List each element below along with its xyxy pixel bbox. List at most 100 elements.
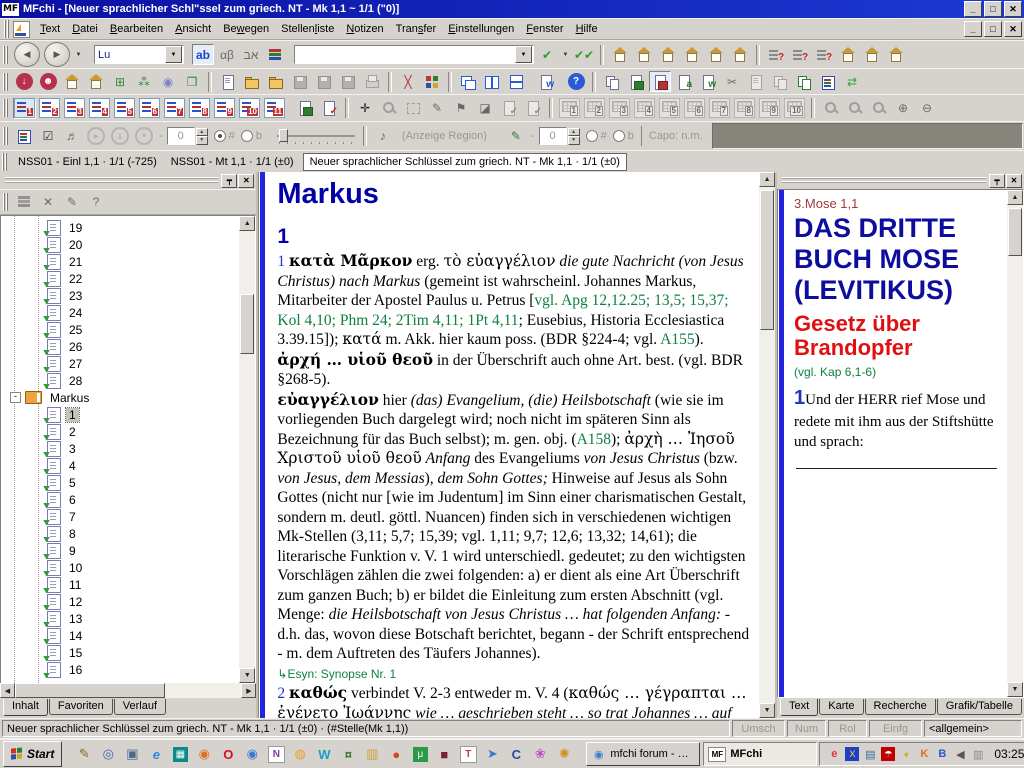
copy-reference-button[interactable] [793,71,815,92]
tree-scroll-down-button[interactable]: ▼ [239,668,255,683]
commentary-vscrollbar[interactable]: ▲ ▼ [759,172,775,718]
tree-item-19[interactable]: 19 [1,219,239,236]
tree-item-24[interactable]: 24 [1,304,239,321]
close-panel-button[interactable]: ✕ [1006,174,1022,188]
menu-notizen[interactable]: Notizen [340,21,389,37]
remote-desktop-shortcut[interactable]: ▣ [120,743,144,765]
layout-11-button[interactable]: 11 [263,98,286,119]
bluetooth-tray-icon[interactable]: B [934,746,950,762]
tree-item-8[interactable]: 8 [1,525,239,542]
tree-vscrollbar[interactable]: ▲ ▼ [239,216,255,683]
books-button[interactable] [264,44,286,65]
chrome-shortcut[interactable]: ◉ [240,743,264,765]
pin-button[interactable]: ┯ [221,174,237,188]
toolbar-grip[interactable] [3,99,8,117]
tab-text[interactable]: Text [780,699,818,716]
menu-transfer[interactable]: Transfer [390,21,443,37]
avira-tray-icon[interactable]: ☂ [880,746,896,762]
network-tray-icon[interactable]: ▤ [862,746,878,762]
tree-item-14[interactable]: 14 [1,627,239,644]
tree-item-markus[interactable]: -Markus [1,389,239,406]
task-mfchi[interactable]: MFMFchi [703,742,817,766]
parallel-vscrollbar[interactable]: ▲ ▼ [1007,190,1023,697]
home-window-5-button[interactable] [705,44,727,65]
commentary-scroll-up-button[interactable]: ▲ [759,172,775,187]
layout-3-button[interactable]: 3 [63,98,86,119]
tree-item-23[interactable]: 23 [1,287,239,304]
onenote-shortcut[interactable]: N [264,743,288,765]
translation-combo[interactable]: Lu▼ [94,45,184,64]
panel-grip[interactable] [782,177,986,184]
tab-recherche[interactable]: Recherche [865,699,936,715]
structure-button[interactable]: ⊞ [109,71,131,92]
transpose-spinner-up[interactable]: ▲ [196,128,208,137]
layout-4-button[interactable]: 4 [88,98,111,119]
layout-2-button[interactable]: 2 [38,98,61,119]
tree-item-4[interactable]: 4 [1,457,239,474]
tree-item-13[interactable]: 13 [1,610,239,627]
presenter-shortcut[interactable]: ■ [432,743,456,765]
layout-7-button[interactable]: 7 [163,98,186,119]
menu-text[interactable]: Text [34,21,66,37]
document-tab[interactable]: Neuer sprachlicher Schlüssel zum griech.… [303,153,627,171]
home-window-1-button[interactable] [609,44,631,65]
menu-ansicht[interactable]: Ansicht [169,21,217,37]
save-in-folder-button[interactable] [265,71,287,92]
toolbar-grip[interactable] [2,153,7,171]
tab-inhalt[interactable]: Inhalt [3,699,48,716]
ebay-tray-icon[interactable]: e [826,746,842,762]
tile-horizontal-button[interactable] [505,71,527,92]
tile-vertical-button[interactable] [481,71,503,92]
cascade-windows-button[interactable] [457,71,479,92]
layout-8-button[interactable]: 8 [188,98,211,119]
t-doc-shortcut[interactable]: T [456,743,480,765]
tree-item-21[interactable]: 21 [1,253,239,270]
translation-combo-arrow[interactable]: ▼ [165,46,182,63]
tree-item-25[interactable]: 25 [1,321,239,338]
tempo-slider[interactable] [277,128,355,144]
parallel-scroll-thumb[interactable] [1008,208,1022,256]
disc-button[interactable]: ◉ [157,71,179,92]
child-restore-button[interactable]: □ [984,21,1002,37]
transpose-input[interactable]: 0 [167,127,195,145]
toolbar-grip[interactable] [3,127,8,145]
tab-verlauf[interactable]: Verlauf [114,699,166,715]
exit-module-button[interactable]: ❒ [181,71,203,92]
home-window-8-button[interactable] [861,44,883,65]
home-window-9-button[interactable] [885,44,907,65]
tree-item-27[interactable]: 27 [1,355,239,372]
tree-scroll-thumb[interactable] [240,294,254,354]
menu-einstellungen[interactable]: Einstellungen [442,21,520,37]
panel-grip[interactable] [5,177,218,184]
flower-shortcut[interactable]: ❀ [528,743,552,765]
list-check-button[interactable] [318,98,340,119]
apply-button[interactable]: ✔ [536,44,558,65]
capo-spinner[interactable]: ▲▼ [568,128,580,145]
tools-button[interactable]: ╳ [397,71,419,92]
capo-spinner-up[interactable]: ▲ [568,128,580,137]
query-list-3-button[interactable] [813,44,835,65]
device-tray-icon[interactable]: ▥ [970,746,986,762]
menu-datei[interactable]: Datei [66,21,104,37]
tree-scroll-left-button[interactable]: ◀ [0,683,15,698]
search-shortcut[interactable]: ◎ [96,743,120,765]
media-player-shortcut[interactable]: ◍ [288,743,312,765]
open-folder-button[interactable] [241,71,263,92]
tree-item-3[interactable]: 3 [1,440,239,457]
query-list-1-button[interactable] [765,44,787,65]
tempo-slider-thumb[interactable] [279,129,288,142]
layout-5-button[interactable]: 5 [113,98,136,119]
layout-9-button[interactable]: 9 [213,98,236,119]
mu-shortcut[interactable]: μ [408,743,432,765]
word-doc-button[interactable] [535,71,557,92]
tree-item-20[interactable]: 20 [1,236,239,253]
swirl-shortcut[interactable]: ✺ [552,743,576,765]
tree-item-12[interactable]: 12 [1,593,239,610]
internet-explorer-shortcut[interactable]: e [144,743,168,765]
new-document-button[interactable] [217,71,239,92]
document-tab[interactable]: NSS01 - Mt 1,1 · 1/1 (±0) [164,153,301,171]
home-import-button[interactable] [61,71,83,92]
apply-all-button[interactable]: ✔✔ [573,44,595,65]
commentary-scroll-thumb[interactable] [760,190,774,330]
opera-shortcut[interactable]: O [216,743,240,765]
